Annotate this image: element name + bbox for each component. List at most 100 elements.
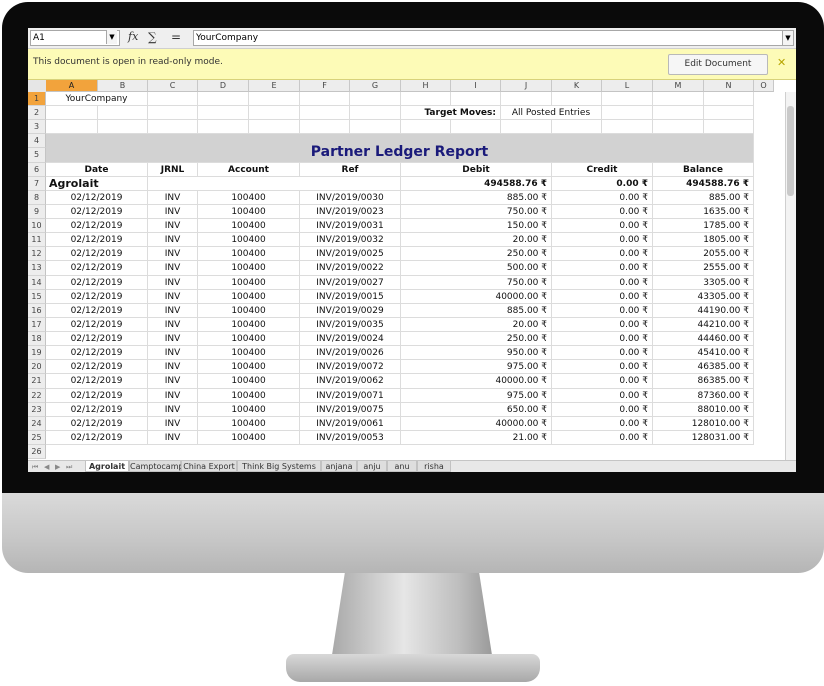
ledger-account-cell[interactable]: 100400 (198, 190, 300, 205)
ledger-account-cell[interactable]: 100400 (198, 416, 300, 431)
grid-cell[interactable] (552, 120, 602, 135)
grid-cell[interactable] (98, 106, 148, 121)
sum-icon[interactable]: ∑ (148, 29, 157, 45)
ledger-balance-cell[interactable]: 1805.00 ₹ (653, 233, 754, 248)
ledger-credit-cell[interactable]: 0.00 ₹ (552, 204, 653, 220)
grid-cell[interactable] (98, 120, 148, 135)
ledger-date-cell[interactable]: 02/12/2019 (46, 416, 148, 431)
column-title-jrnl[interactable]: JRNL (148, 162, 198, 177)
column-title-credit[interactable]: Credit (552, 162, 653, 177)
ledger-debit-cell[interactable]: 750.00 ₹ (401, 275, 552, 290)
ledger-credit-cell[interactable]: 0.00 ₹ (552, 388, 653, 403)
column-header-d[interactable]: D (198, 80, 249, 92)
ledger-debit-cell[interactable]: 750.00 ₹ (401, 204, 552, 220)
column-title-account[interactable]: Account (198, 162, 300, 177)
row-header-17[interactable]: 17 (28, 317, 46, 333)
sheet-tab-camptocamp[interactable]: Camptocamp (129, 461, 184, 472)
grid-cell[interactable] (249, 92, 300, 107)
ledger-ref-cell[interactable]: INV/2019/0030 (300, 190, 401, 205)
ledger-date-cell[interactable]: 02/12/2019 (46, 374, 148, 389)
grid-cell[interactable] (198, 120, 249, 135)
ledger-debit-cell[interactable]: 500.00 ₹ (401, 261, 552, 276)
row-header-18[interactable]: 18 (28, 332, 46, 347)
ledger-credit-cell[interactable]: 0.00 ₹ (552, 190, 653, 205)
sheet-tab-risha[interactable]: risha (417, 461, 451, 472)
grid-cell[interactable] (704, 120, 754, 135)
sheet-tab-think-big-systems[interactable]: Think Big Systems (237, 461, 321, 472)
grid-cell[interactable] (501, 120, 552, 135)
grid-cell[interactable] (602, 92, 653, 107)
ledger-balance-cell[interactable]: 43305.00 ₹ (653, 289, 754, 304)
grid-cell[interactable] (249, 120, 300, 135)
ledger-balance-cell[interactable]: 3305.00 ₹ (653, 275, 754, 290)
ledger-balance-cell[interactable]: 44210.00 ₹ (653, 317, 754, 333)
prev-sheet-icon[interactable]: ◀ (44, 461, 49, 472)
ledger-debit-cell[interactable]: 20.00 ₹ (401, 233, 552, 248)
row-header-3[interactable]: 3 (28, 120, 46, 135)
ledger-balance-cell[interactable]: 1635.00 ₹ (653, 204, 754, 220)
partner-debit[interactable]: 494588.76 ₹ (401, 176, 552, 191)
column-header-n[interactable]: N (704, 80, 754, 92)
ledger-debit-cell[interactable]: 885.00 ₹ (401, 190, 552, 205)
column-title-balance[interactable]: Balance (653, 162, 754, 177)
ledger-debit-cell[interactable]: 650.00 ₹ (401, 402, 552, 417)
row-header-15[interactable]: 15 (28, 289, 46, 304)
ledger-date-cell[interactable]: 02/12/2019 (46, 289, 148, 304)
row-header-13[interactable]: 13 (28, 261, 46, 276)
ledger-credit-cell[interactable]: 0.00 ₹ (552, 247, 653, 262)
ledger-account-cell[interactable]: 100400 (198, 275, 300, 290)
ledger-debit-cell[interactable]: 250.00 ₹ (401, 332, 552, 347)
sheet-tab-anju[interactable]: anju (357, 461, 387, 472)
partner-credit[interactable]: 0.00 ₹ (552, 176, 653, 191)
ledger-ref-cell[interactable]: INV/2019/0022 (300, 261, 401, 276)
formula-input[interactable]: YourCompany (193, 30, 783, 46)
ledger-jrnl-cell[interactable]: INV (148, 219, 198, 234)
ledger-jrnl-cell[interactable]: INV (148, 247, 198, 262)
close-icon[interactable]: ✕ (777, 56, 786, 69)
row-header-21[interactable]: 21 (28, 374, 46, 389)
sheet-tab-anu[interactable]: anu (387, 461, 417, 472)
ledger-credit-cell[interactable]: 0.00 ₹ (552, 416, 653, 431)
ledger-jrnl-cell[interactable]: INV (148, 416, 198, 431)
last-sheet-icon[interactable]: ⏭ (66, 461, 72, 472)
ledger-jrnl-cell[interactable]: INV (148, 374, 198, 389)
ledger-balance-cell[interactable]: 87360.00 ₹ (653, 388, 754, 403)
ledger-account-cell[interactable]: 100400 (198, 303, 300, 318)
grid-cell[interactable] (451, 120, 501, 135)
column-header-m[interactable]: M (653, 80, 704, 92)
ledger-account-cell[interactable]: 100400 (198, 374, 300, 389)
partner-balance[interactable]: 494588.76 ₹ (653, 176, 754, 191)
ledger-balance-cell[interactable]: 128031.00 ₹ (653, 430, 754, 445)
ledger-credit-cell[interactable]: 0.00 ₹ (552, 374, 653, 389)
row-header-12[interactable]: 12 (28, 247, 46, 262)
sheet-tab-china-export[interactable]: China Export (181, 461, 237, 472)
ledger-credit-cell[interactable]: 0.00 ₹ (552, 402, 653, 417)
grid-cell[interactable] (46, 106, 98, 121)
grid-cell[interactable] (401, 92, 451, 107)
ledger-date-cell[interactable]: 02/12/2019 (46, 402, 148, 417)
ledger-account-cell[interactable]: 100400 (198, 317, 300, 333)
column-header-k[interactable]: K (552, 80, 602, 92)
grid-cell[interactable] (300, 120, 350, 135)
grid-cell[interactable] (653, 106, 704, 121)
grid-cell[interactable] (148, 120, 198, 135)
grid-cell[interactable] (148, 92, 198, 107)
ledger-ref-cell[interactable]: INV/2019/0075 (300, 402, 401, 417)
ledger-credit-cell[interactable]: 0.00 ₹ (552, 219, 653, 234)
ledger-account-cell[interactable]: 100400 (198, 346, 300, 361)
ledger-balance-cell[interactable]: 45410.00 ₹ (653, 346, 754, 361)
ledger-balance-cell[interactable]: 2555.00 ₹ (653, 261, 754, 276)
function-wizard-icon[interactable]: fx (128, 29, 138, 45)
row-header-25[interactable]: 25 (28, 430, 46, 445)
ledger-date-cell[interactable]: 02/12/2019 (46, 275, 148, 290)
ledger-ref-cell[interactable]: INV/2019/0071 (300, 388, 401, 403)
ledger-account-cell[interactable]: 100400 (198, 261, 300, 276)
row-header-23[interactable]: 23 (28, 402, 46, 417)
ledger-account-cell[interactable]: 100400 (198, 388, 300, 403)
grid-cell[interactable] (148, 106, 198, 121)
column-header-j[interactable]: J (501, 80, 552, 92)
ledger-debit-cell[interactable]: 885.00 ₹ (401, 303, 552, 318)
ledger-debit-cell[interactable]: 40000.00 ₹ (401, 416, 552, 431)
ledger-jrnl-cell[interactable]: INV (148, 261, 198, 276)
ledger-date-cell[interactable]: 02/12/2019 (46, 332, 148, 347)
